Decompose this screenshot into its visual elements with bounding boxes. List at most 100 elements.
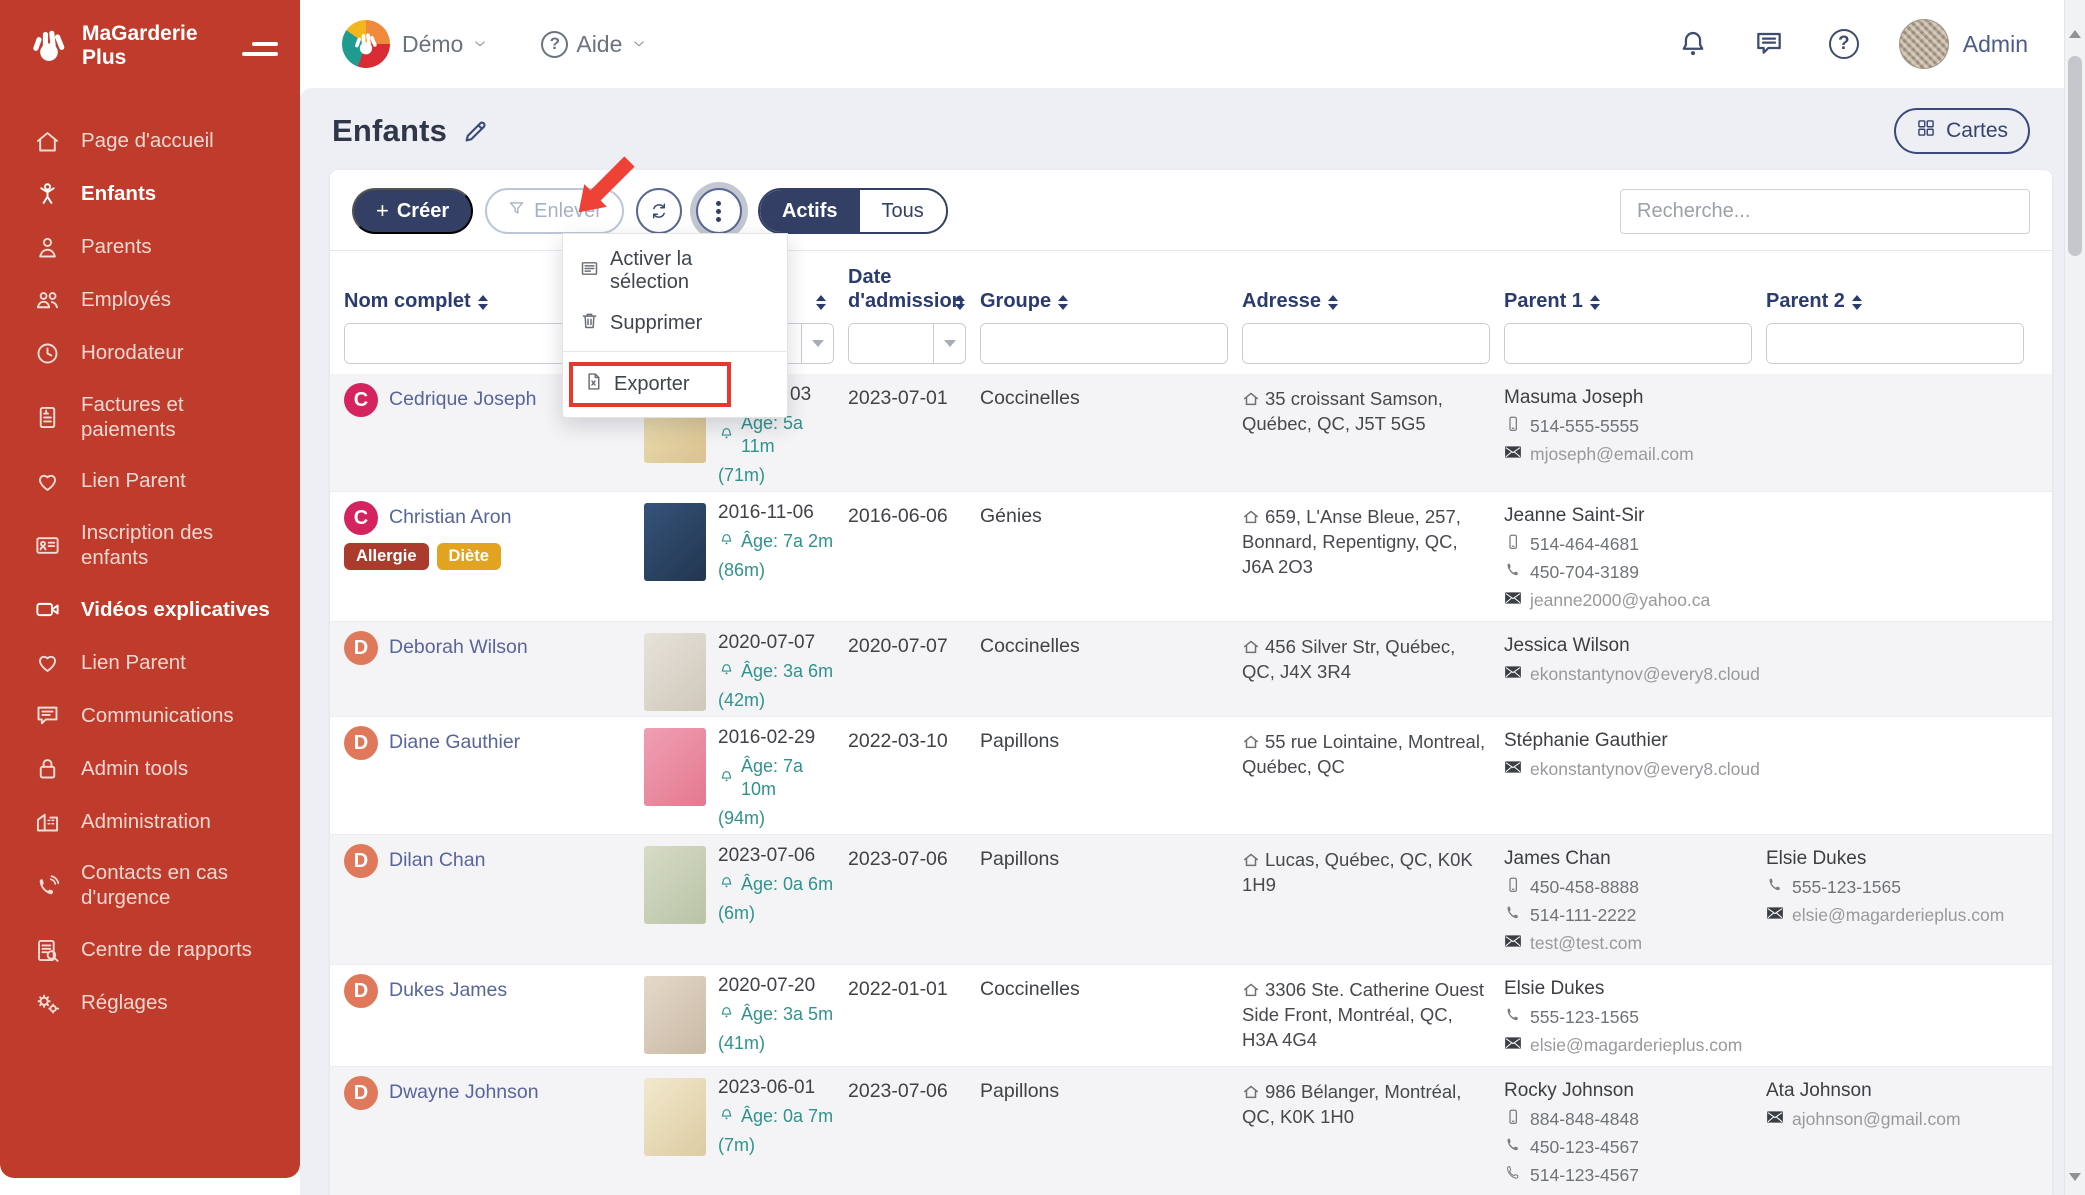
filter-dropdown-toggle[interactable] xyxy=(933,324,965,363)
menu-item-supprimer[interactable]: Supprimer xyxy=(563,302,787,345)
app: MaGarderie Plus Page d'accueil Enfants P… xyxy=(0,0,2085,1195)
column-header-adresse[interactable]: Adresse xyxy=(1242,289,1504,313)
contact-value: 514-123-4567 xyxy=(1530,1165,1639,1186)
age-months: (6m) xyxy=(718,902,836,925)
age-months: (86m) xyxy=(718,559,836,582)
child-name-link[interactable]: Deborah Wilson xyxy=(389,636,528,659)
sidebar-item-parents[interactable]: Parents xyxy=(0,221,300,274)
search-input[interactable] xyxy=(1620,189,2030,234)
filter-dropdown-toggle[interactable] xyxy=(801,324,833,363)
trash-icon xyxy=(579,310,600,337)
scrollbar-thumb[interactable] xyxy=(2068,56,2082,256)
contact-value: elsie@magarderieplus.com xyxy=(1530,1035,1742,1056)
contact-value: ekonstantynov@every8.cloud xyxy=(1530,664,1760,685)
support-question-icon[interactable]: ? xyxy=(1829,29,1859,59)
sidebar-item-reglages[interactable]: Réglages xyxy=(0,977,300,1030)
parent-name: Elsie Dukes xyxy=(1504,974,1754,1000)
group: Coccinelles xyxy=(980,631,1242,712)
sidebar-item-administration[interactable]: Administration xyxy=(0,795,300,848)
remove-button[interactable]: Enlever xyxy=(485,188,624,234)
menu-item-activer-la-selection[interactable]: Activer la sélection xyxy=(563,240,787,302)
sidebar-item-admin-tools[interactable]: Admin tools xyxy=(0,742,300,795)
sidebar-item-label: Parents xyxy=(81,235,152,260)
help-menu[interactable]: ? Aide xyxy=(541,31,646,58)
more-actions-button[interactable] xyxy=(696,188,742,234)
filter-input-groupe[interactable] xyxy=(981,324,1227,363)
column-label: Nom complet xyxy=(344,289,471,313)
contact-phone: 555-123-1565 xyxy=(1504,1006,1754,1029)
filter-input-adresse[interactable] xyxy=(1243,324,1489,363)
address: 986 Bélanger, Montréal, QC, K0K 1H0 xyxy=(1242,1076,1504,1192)
birth-cell: 2020-07-07 Âge: 3a 6m (42m) xyxy=(718,631,848,712)
tab-tous[interactable]: Tous xyxy=(860,190,946,232)
child-name-link[interactable]: Dukes James xyxy=(389,979,507,1002)
user-avatar[interactable] xyxy=(1899,19,1949,69)
caret-down-icon xyxy=(812,340,824,347)
sidebar-item-contacts-en-cas-d-urgence[interactable]: Contacts en cas d'urgence xyxy=(0,848,300,923)
contact-value: 514-555-5555 xyxy=(1530,416,1639,437)
parent-name: Rocky Johnson xyxy=(1504,1076,1754,1102)
cards-view-button[interactable]: Cartes xyxy=(1894,108,2030,154)
child-name-link[interactable]: Christian Aron xyxy=(389,506,511,529)
child-name-link[interactable]: Cedrique Joseph xyxy=(389,388,536,411)
page-scrollbar[interactable] xyxy=(2064,0,2085,1195)
gears-icon xyxy=(34,990,61,1017)
filter-input-parent-2[interactable] xyxy=(1767,324,2023,363)
brand-logo-hands-icon xyxy=(26,23,72,69)
column-header-groupe[interactable]: Groupe xyxy=(980,289,1242,313)
edit-title-pencil-icon[interactable] xyxy=(461,116,491,146)
messages-icon[interactable] xyxy=(1753,28,1785,60)
child-name-link[interactable]: Diane Gauthier xyxy=(389,731,520,754)
sidebar-item-horodateur[interactable]: Horodateur xyxy=(0,327,300,380)
sidebar-item-factures-et-paiements[interactable]: Factures et paiements xyxy=(0,380,300,455)
sidebar-item-lien-parent[interactable]: Lien Parent xyxy=(0,636,300,689)
filter-cell xyxy=(1504,323,1766,364)
building-icon xyxy=(34,808,61,835)
photo-cell xyxy=(644,1076,718,1192)
sidebar-item-lien-parent[interactable]: Lien Parent xyxy=(0,455,300,508)
user-name[interactable]: Admin xyxy=(1963,31,2028,58)
notifications-bell-icon[interactable] xyxy=(1677,28,1709,60)
child-name-link[interactable]: Dwayne Johnson xyxy=(389,1081,539,1104)
scrollbar-down-arrow-icon[interactable] xyxy=(2069,1173,2081,1181)
menu-item-exporter[interactable]: Exporter xyxy=(573,366,727,403)
sidebar-item-communications[interactable]: Communications xyxy=(0,689,300,742)
photo-cell xyxy=(644,726,718,830)
refresh-button[interactable] xyxy=(636,188,682,234)
filter-input-parent-1[interactable] xyxy=(1505,324,1751,363)
mobile-icon xyxy=(1504,415,1522,438)
menu-item-label: Supprimer xyxy=(610,312,702,335)
create-button[interactable]: + Créer xyxy=(352,188,473,234)
name-cell: D Dwayne Johnson xyxy=(344,1076,644,1192)
address: 456 Silver Str, Québec, QC, J4X 3R4 xyxy=(1242,631,1504,712)
contact-value: ekonstantynov@every8.cloud xyxy=(1530,759,1760,780)
column-label: Groupe xyxy=(980,289,1051,313)
sidebar-collapse-icon[interactable] xyxy=(240,32,280,60)
sidebar-item-videos-explicatives[interactable]: Vidéos explicatives xyxy=(0,583,300,636)
phone-icon xyxy=(1504,1006,1522,1029)
sidebar-item-employes[interactable]: Employés xyxy=(0,274,300,327)
sidebar-item-page-d-accueil[interactable]: Page d'accueil xyxy=(0,115,300,168)
column-header-parent-1[interactable]: Parent 1 xyxy=(1504,289,1766,313)
table-row-diane-gauthier: D Diane Gauthier 2016-02-29 Âge: 7a 10m … xyxy=(330,717,2052,835)
house-icon xyxy=(1242,506,1265,527)
admission-date: 2023-07-06 xyxy=(848,1076,980,1192)
age-months: (41m) xyxy=(718,1032,836,1055)
sidebar-item-inscription-des-enfants[interactable]: Inscription des enfants xyxy=(0,508,300,583)
column-header-parent-2[interactable]: Parent 2 xyxy=(1766,289,2038,313)
sidebar-item-enfants[interactable]: Enfants xyxy=(0,168,300,221)
sort-icon xyxy=(1328,295,1338,310)
scrollbar-up-arrow-icon[interactable] xyxy=(2069,30,2081,38)
parent-name: Ata Johnson xyxy=(1766,1076,2026,1102)
workspace-selector[interactable]: Démo xyxy=(342,20,487,68)
sidebar-item-centre-de-rapports[interactable]: Centre de rapports xyxy=(0,924,300,977)
filter-input-date-admission[interactable] xyxy=(849,324,933,363)
contact-value: 450-704-3189 xyxy=(1530,562,1639,583)
chevron-down-icon xyxy=(473,37,487,51)
birth-cell: 2023-07-06 Âge: 0a 6m (6m) xyxy=(718,844,848,960)
tab-actifs[interactable]: Actifs xyxy=(760,190,860,232)
child-name-link[interactable]: Dilan Chan xyxy=(389,849,485,872)
age-value: Âge: 7a 10m xyxy=(741,755,836,801)
parent-name: Elsie Dukes xyxy=(1766,844,2026,870)
column-header-date-d-admission[interactable]: Date d'admission xyxy=(848,265,980,313)
